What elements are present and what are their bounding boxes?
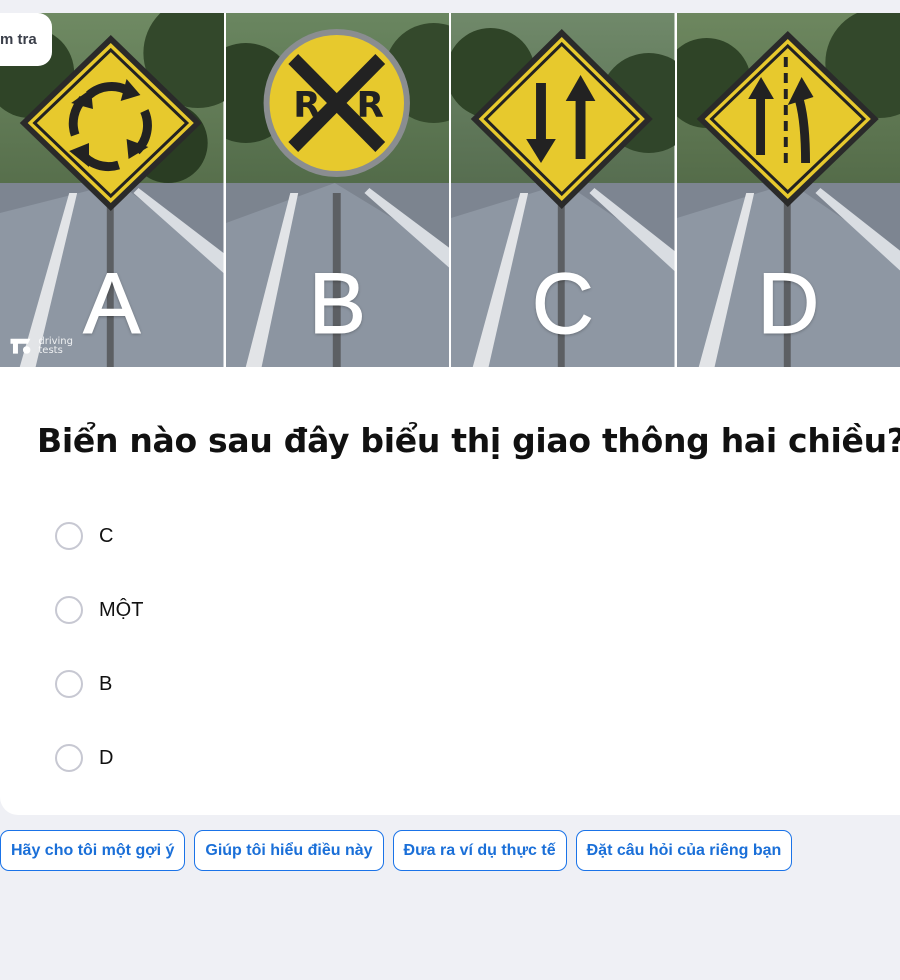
svg-text:R: R: [356, 85, 383, 126]
answer-option[interactable]: B: [55, 666, 455, 702]
real-example-button[interactable]: Đưa ra ví dụ thực tế: [392, 830, 567, 871]
question-card: A driving tests R R B C D Biển nào sau đ…: [0, 13, 900, 815]
watermark-text: driving tests: [38, 336, 73, 357]
option-label: MỘT: [99, 598, 144, 621]
railroad-crossing-sign-icon: R R: [263, 29, 410, 177]
option-label: C: [99, 524, 114, 547]
explain-button[interactable]: Giúp tôi hiểu điều này: [194, 830, 384, 871]
driving-tests-logo-icon: [10, 338, 31, 354]
suggestion-chips: Hãy cho tôi một gợi ý Giúp tôi hiểu điều…: [0, 830, 793, 871]
option-label: D: [99, 746, 114, 769]
option-label: B: [99, 672, 113, 695]
panel-letter: C: [531, 256, 594, 352]
ask-own-question-button[interactable]: Đặt câu hỏi của riêng bạn: [575, 830, 793, 871]
sign-panel-d: D: [676, 13, 900, 367]
radio-button[interactable]: [55, 670, 83, 698]
answer-options: C MỘT B D: [55, 518, 455, 814]
answer-option[interactable]: C: [55, 518, 455, 554]
sign-panel-b: R R B: [225, 13, 449, 367]
road-signs-image: A driving tests R R B C D: [0, 13, 900, 367]
svg-text:R: R: [293, 85, 320, 126]
answer-option[interactable]: MỘT: [55, 592, 455, 628]
driving-tests-watermark: driving tests: [8, 335, 73, 357]
hint-button[interactable]: Hãy cho tôi một gợi ý: [0, 830, 186, 871]
panel-letter: D: [757, 256, 820, 352]
panel-letter: B: [308, 256, 366, 352]
radio-button[interactable]: [55, 744, 83, 772]
top-chip[interactable]: m tra: [0, 13, 52, 66]
radio-button[interactable]: [55, 596, 83, 624]
answer-option[interactable]: D: [55, 740, 455, 776]
radio-button[interactable]: [55, 522, 83, 550]
sign-panel-c: C: [451, 13, 675, 367]
question-title: Biển nào sau đây biểu thị giao thông hai…: [37, 421, 900, 460]
sign-panel-a: A driving tests: [0, 13, 224, 367]
